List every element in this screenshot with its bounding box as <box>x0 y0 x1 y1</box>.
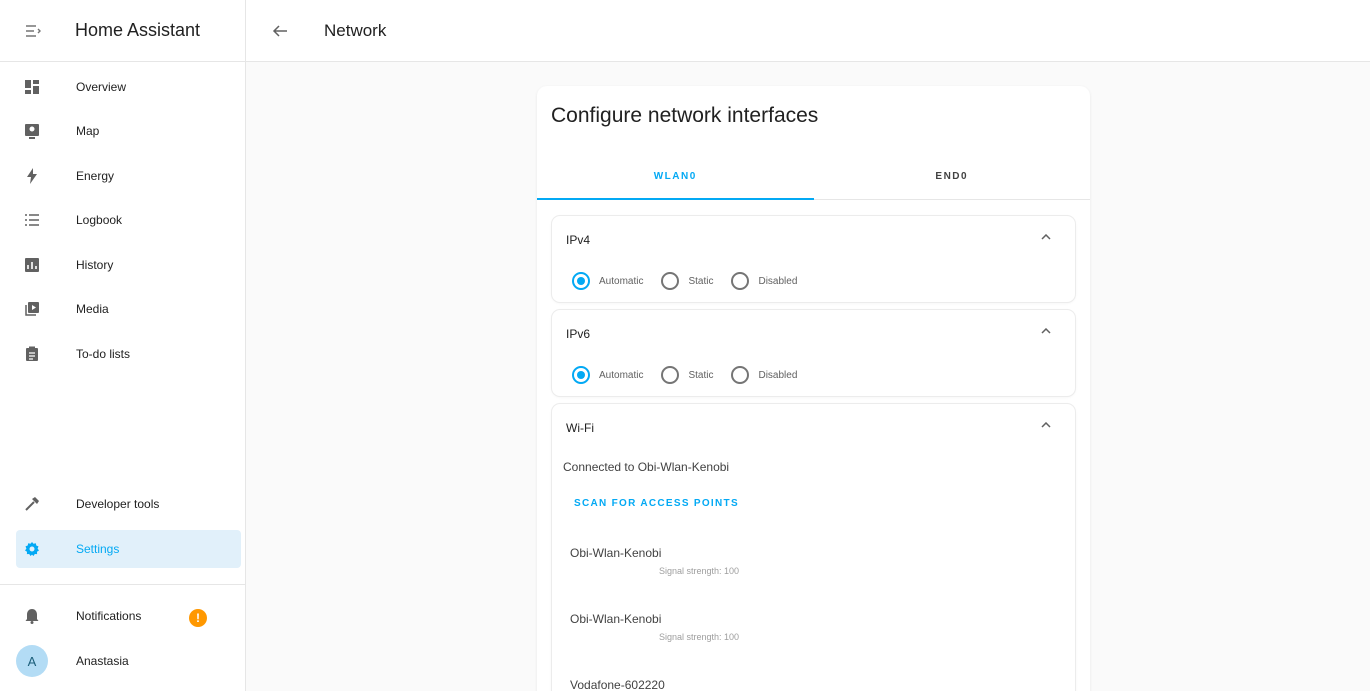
sidebar-item-label: Developer tools <box>76 497 160 511</box>
ipv4-radio-group: Automatic Static Disabled <box>572 272 815 290</box>
sidebar-item-label: To-do lists <box>76 347 131 361</box>
app-title: Home Assistant <box>75 20 201 40</box>
media-icon <box>16 301 48 317</box>
scan-access-points-button[interactable]: SCAN FOR ACCESS POINTS <box>574 498 739 509</box>
panel-title: IPv4 <box>566 233 591 247</box>
sidebar-item-notifications[interactable]: Notifications <box>16 597 241 635</box>
map-icon <box>16 123 48 139</box>
wifi-panel: Wi-Fi Connected to Obi-Wlan-Kenobi SCAN … <box>552 404 1075 691</box>
chevron-up-icon[interactable] <box>1039 418 1053 432</box>
lightning-icon <box>16 168 48 184</box>
dashboard-icon <box>16 79 48 95</box>
topbar: Network <box>246 0 1370 62</box>
interface-tabs: WLAN0 END0 <box>537 154 1090 200</box>
radio-static[interactable] <box>661 272 680 290</box>
page-title: Network <box>324 20 387 40</box>
ipv6-radio-group: Automatic Static Disabled <box>572 366 815 384</box>
clipboard-list-icon <box>16 346 48 362</box>
sidebar-item-media[interactable]: Media <box>16 290 241 328</box>
tab-end0[interactable]: END0 <box>814 154 1091 199</box>
sidebar-item-label: Settings <box>76 542 120 556</box>
panel-title: IPv6 <box>566 327 591 341</box>
card-title: Configure network interfaces <box>551 104 819 127</box>
access-point-name: Obi-Wlan-Kenobi <box>570 612 662 626</box>
wifi-connection-status: Connected to Obi-Wlan-Kenobi <box>563 460 730 474</box>
gear-icon <box>16 541 48 557</box>
sidebar-item-label: Energy <box>76 169 115 183</box>
access-point-name: Obi-Wlan-Kenobi <box>570 546 662 560</box>
sidebar-item-history[interactable]: History <box>16 246 241 284</box>
radio-label: Disabled <box>758 369 798 381</box>
sidebar-item-todo[interactable]: To-do lists <box>16 335 241 373</box>
sidebar-item-map[interactable]: Map <box>16 112 241 150</box>
chart-box-icon <box>16 257 48 273</box>
access-point-item[interactable]: Obi-Wlan-Kenobi Signal strength: 100 <box>570 612 739 642</box>
ipv4-panel: IPv4 Automatic Static Disabled <box>552 216 1075 302</box>
sidebar-item-label: Logbook <box>76 213 123 227</box>
list-icon <box>16 213 48 227</box>
bell-icon <box>16 608 48 624</box>
chevron-up-icon[interactable] <box>1039 324 1053 338</box>
arrow-left-icon[interactable] <box>270 21 290 41</box>
sidebar-item-settings[interactable]: Settings <box>16 530 241 568</box>
chevron-up-icon[interactable] <box>1039 230 1053 244</box>
tab-wlan0[interactable]: WLAN0 <box>537 154 814 200</box>
radio-label: Automatic <box>599 275 644 287</box>
radio-label: Disabled <box>758 275 798 287</box>
access-point-item[interactable]: Vodafone-602220 <box>570 678 665 691</box>
network-config-card: Configure network interfaces WLAN0 END0 … <box>537 86 1090 691</box>
radio-label: Static <box>688 369 714 381</box>
notification-badge: ! <box>189 609 207 627</box>
menu-icon[interactable] <box>23 21 43 41</box>
sidebar-item-label: Notifications <box>76 609 142 623</box>
access-point-name: Vodafone-602220 <box>570 678 665 691</box>
sidebar-item-overview[interactable]: Overview <box>16 68 241 106</box>
sidebar-item-label: History <box>76 258 114 272</box>
radio-static[interactable] <box>661 366 680 384</box>
panel-title: Wi-Fi <box>566 421 594 435</box>
sidebar-item-developer-tools[interactable]: Developer tools <box>16 485 241 523</box>
access-point-signal: Signal strength: 100 <box>659 632 740 642</box>
ipv6-panel: IPv6 Automatic Static Disabled <box>552 310 1075 396</box>
sidebar-item-label: Overview <box>76 80 127 94</box>
radio-automatic[interactable] <box>572 272 590 290</box>
sidebar-item-label: Map <box>76 124 100 138</box>
radio-disabled[interactable] <box>731 272 750 290</box>
sidebar-item-logbook[interactable]: Logbook <box>16 201 241 239</box>
hammer-icon <box>16 496 48 512</box>
avatar: A <box>16 645 48 677</box>
radio-automatic[interactable] <box>572 366 590 384</box>
radio-disabled[interactable] <box>731 366 750 384</box>
access-point-item[interactable]: Obi-Wlan-Kenobi Signal strength: 100 <box>570 546 739 576</box>
sidebar-divider <box>0 584 246 585</box>
access-point-signal: Signal strength: 100 <box>659 566 740 576</box>
sidebar-item-profile[interactable]: A Anastasia <box>16 642 241 680</box>
sidebar: Home Assistant Overview Map Energy Logbo… <box>0 0 246 691</box>
sidebar-item-label: Media <box>76 302 109 316</box>
radio-label: Automatic <box>599 369 644 381</box>
radio-label: Static <box>688 275 714 287</box>
sidebar-item-label: Anastasia <box>76 654 129 668</box>
sidebar-header: Home Assistant <box>0 0 245 62</box>
sidebar-item-energy[interactable]: Energy <box>16 157 241 195</box>
